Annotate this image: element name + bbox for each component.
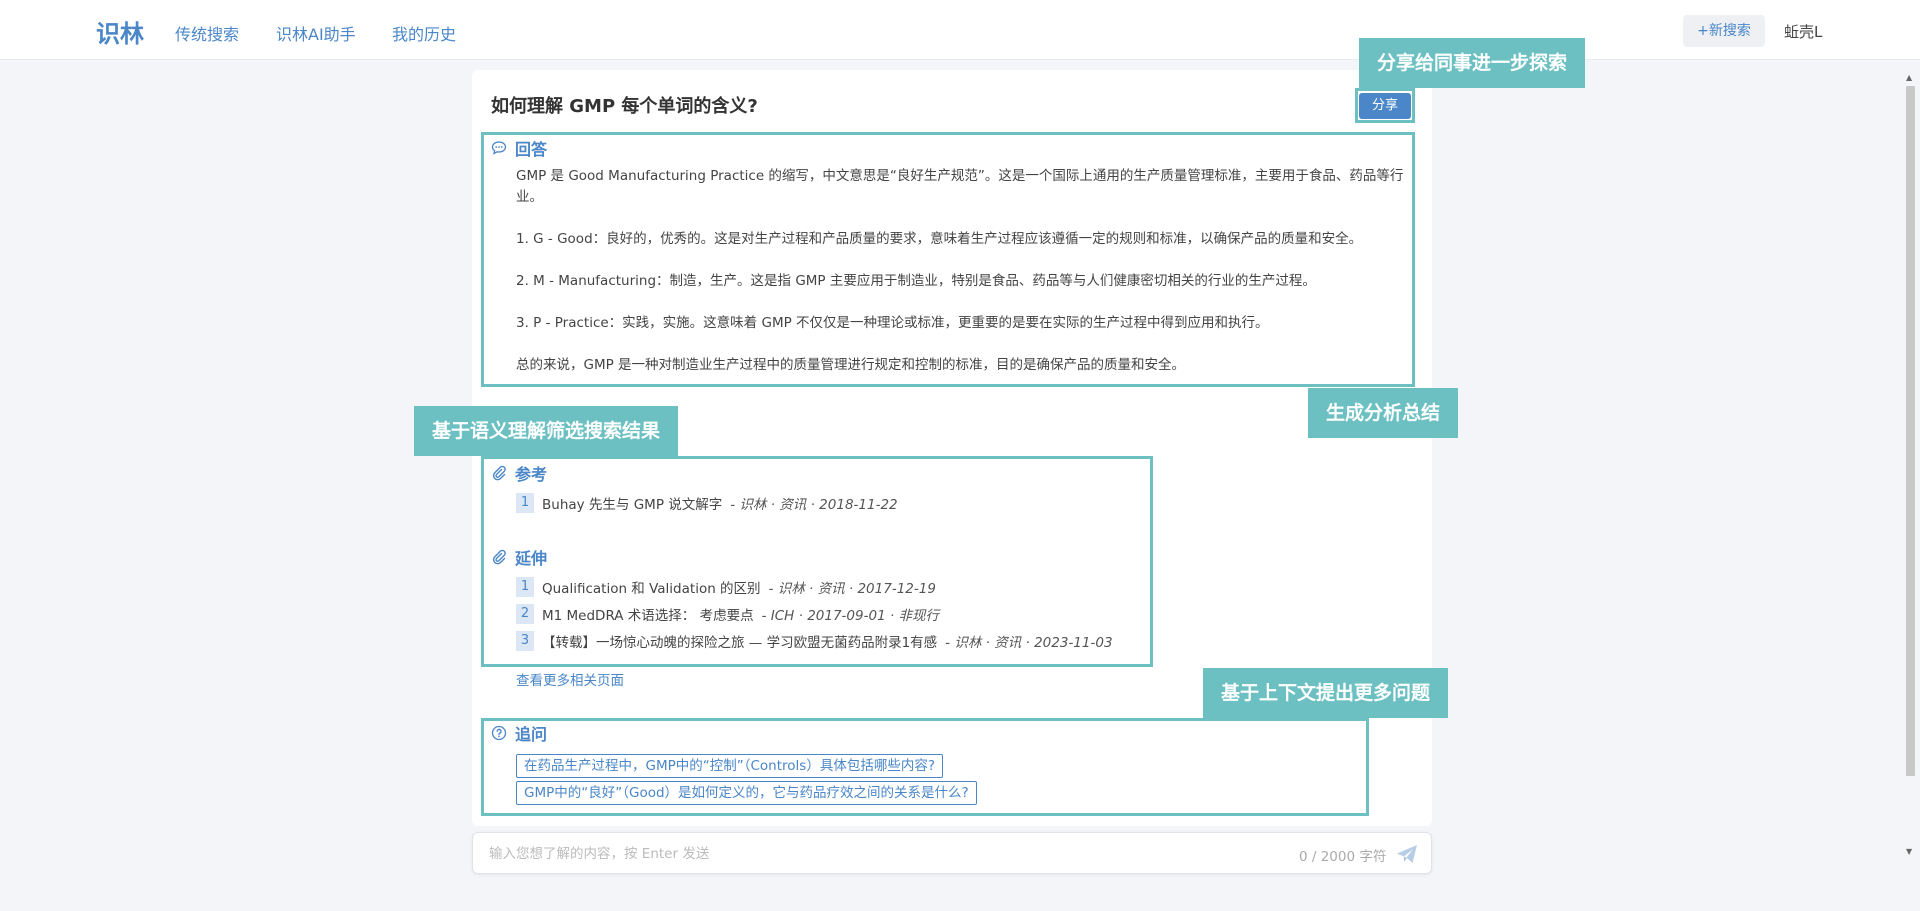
reference-number: 1 [516,493,534,513]
nav-traditional-search[interactable]: 传统搜索 [175,21,239,45]
paperclip-icon [492,549,506,565]
question-circle-icon [491,725,507,741]
followup-heading: 追问 [491,721,547,745]
nav-my-history[interactable]: 我的历史 [392,21,456,45]
callout-context: 基于上下文提出更多问题 [1203,668,1449,718]
scroll-down-arrow[interactable]: ▼ [1906,847,1912,856]
reference-title[interactable]: Buhay 先生与 GMP 说文解字 [542,493,722,513]
char-counter: 0 / 2000 字符 [1299,849,1387,865]
extension-number: 3 [516,631,534,651]
paperclip-icon [492,465,506,481]
nav-ai-assistant[interactable]: 识林AI助手 [276,21,356,45]
comment-icon [491,141,507,155]
question-title: 如何理解 GMP 每个单词的含义? [491,96,758,117]
extension-number: 2 [516,604,534,624]
references-heading: 参考 [491,461,547,485]
extensions-heading: 延伸 [491,545,547,569]
extension-title[interactable]: Qualification 和 Validation 的区别 [542,577,761,597]
answer-body: GMP 是 Good Manufacturing Practice 的缩写，中文… [516,166,1406,397]
callout-filter: 基于语义理解筛选搜索结果 [414,406,679,456]
new-search-button[interactable]: +新搜索 [1683,15,1765,47]
callout-share: 分享给同事进一步探索 [1359,38,1586,88]
extensions-heading-label: 延伸 [515,549,548,568]
logo[interactable]: 识林 [96,14,144,49]
followup-question-button[interactable]: GMP中的“良好”（Good）是如何定义的，它与药品疗效之间的关系是什么? [516,781,977,805]
callout-summary: 生成分析总结 [1308,388,1459,438]
reference-item[interactable]: 1 Buhay 先生与 GMP 说文解字 - 识林 · 资讯 · 2018-11… [516,493,898,513]
followup-question-button[interactable]: 在药品生产过程中，GMP中的“控制”（Controls）具体包括哪些内容? [516,754,943,778]
chat-input-bar: 0 / 2000 字符 [472,832,1432,874]
answer-paragraph: 总的来说，GMP 是一种对制造业生产过程中的质量管理进行规定和控制的标准，目的是… [516,357,1186,373]
extension-meta: - 识林 · 资讯 · 2023-11-03 [945,635,1113,651]
extension-number: 1 [516,577,534,597]
share-button[interactable]: 分享 [1359,93,1411,119]
answer-paragraph: 3. P - Practice：实践，实施。这意味着 GMP 不仅仅是一种理论或… [516,315,1269,331]
chat-input[interactable] [489,843,1269,865]
see-more-link[interactable]: 查看更多相关页面 [516,669,624,689]
answer-paragraph: 1. G - Good：良好的，优秀的。这是对生产过程和产品质量的要求，意味着生… [516,231,1363,247]
extension-item[interactable]: 2 M1 MedDRA 术语选择： 考虑要点 - ICH · 2017-09-0… [516,604,939,624]
scroll-up-arrow[interactable]: ▲ [1906,73,1912,82]
user-name[interactable]: 蚯壳L [1784,21,1822,42]
scrollbar-thumb[interactable] [1906,86,1915,776]
references-heading-label: 参考 [515,465,548,484]
extension-item[interactable]: 3 【转载】一场惊心动魄的探险之旅 — 学习欧盟无菌药品附录1有感 - 识林 ·… [516,631,1113,651]
extension-meta: - ICH · 2017-09-01 · 非现行 [761,608,940,624]
extension-item[interactable]: 1 Qualification 和 Validation 的区别 - 识林 · … [516,577,936,597]
answer-paragraph: GMP 是 Good Manufacturing Practice 的缩写，中文… [516,168,1404,205]
answer-heading: 回答 [491,136,547,160]
send-icon[interactable] [1395,842,1419,866]
reference-meta: - 识林 · 资讯 · 2018-11-22 [730,497,898,513]
extension-title[interactable]: 【转载】一场惊心动魄的探险之旅 — 学习欧盟无菌药品附录1有感 [542,631,937,651]
answer-paragraph: 2. M - Manufacturing：制造，生产。这是指 GMP 主要应用于… [516,273,1316,289]
top-navbar: 识林 传统搜索 识林AI助手 我的历史 +新搜索 蚯壳L [0,0,1920,60]
extension-meta: - 识林 · 资讯 · 2017-12-19 [768,581,936,597]
followup-heading-label: 追问 [515,725,548,744]
answer-heading-label: 回答 [515,140,548,159]
extension-title[interactable]: M1 MedDRA 术语选择： 考虑要点 [542,604,754,624]
